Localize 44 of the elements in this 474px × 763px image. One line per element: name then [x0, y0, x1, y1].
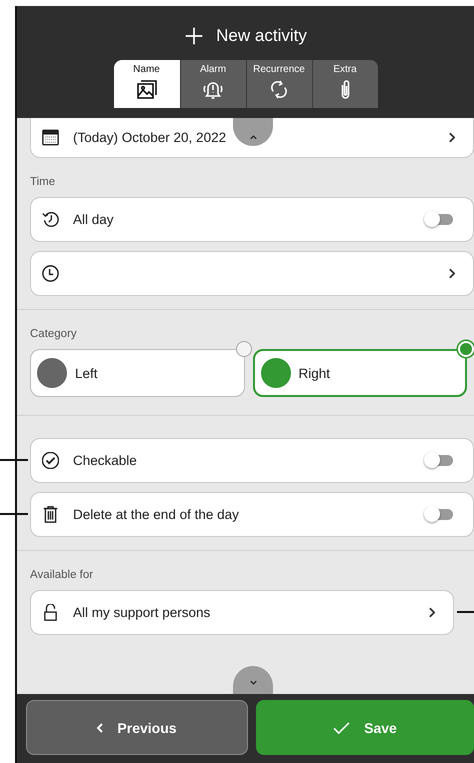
- paperclip-icon: [340, 80, 350, 99]
- option-label: Right: [298, 366, 330, 380]
- toggle-switch[interactable]: [427, 509, 453, 520]
- date-value: (Today) October 20, 2022: [73, 130, 226, 145]
- scroll-down-button[interactable]: [233, 666, 273, 694]
- tab[interactable]: Name: [114, 60, 180, 108]
- images-icon: [136, 80, 156, 99]
- chevron-right-icon: [449, 268, 455, 279]
- available-for-row[interactable]: All my support persons: [30, 590, 454, 635]
- caret-down-icon: [248, 680, 258, 686]
- date-row[interactable]: (Today) October 20, 2022: [30, 118, 474, 158]
- row-label: All day: [73, 212, 114, 227]
- calendar-icon: [42, 129, 59, 146]
- history-icon: [42, 211, 59, 228]
- unlocked-padlock-icon: [42, 604, 59, 621]
- previous-button[interactable]: Previous: [26, 700, 248, 755]
- plus-icon: [184, 26, 204, 46]
- category-option[interactable]: Right: [252, 349, 467, 397]
- checkable-row[interactable]: Checkable: [30, 438, 474, 483]
- category-option[interactable]: Left: [30, 349, 244, 397]
- section-label: Available for: [30, 569, 94, 581]
- delete-row[interactable]: Delete at the end of the day: [30, 492, 474, 537]
- section-label: Category: [30, 328, 78, 340]
- bell-icon: [203, 80, 223, 99]
- toggle-switch[interactable]: [427, 214, 453, 225]
- row-label: Checkable: [73, 453, 137, 468]
- checkmark-icon: [333, 722, 350, 734]
- row-value: All my support persons: [73, 605, 210, 620]
- toggle-switch[interactable]: [427, 455, 453, 466]
- chevron-left-icon: [97, 722, 104, 732]
- screen-title: New activity: [216, 26, 307, 46]
- tab[interactable]: Extra: [312, 60, 378, 108]
- refresh-icon: [269, 80, 289, 99]
- option-label: Left: [75, 366, 98, 380]
- section-label: Time: [30, 176, 56, 188]
- chevron-right-icon: [449, 132, 455, 143]
- all-day-row[interactable]: All day: [30, 197, 474, 242]
- chevron-right-icon: [429, 607, 435, 618]
- clock-icon: [42, 265, 59, 282]
- caret-up-icon: [248, 134, 258, 140]
- radio-button[interactable]: [236, 341, 252, 357]
- row-label: Delete at the end of the day: [73, 507, 239, 522]
- trash-icon: [42, 506, 59, 523]
- save-button[interactable]: Save: [256, 700, 474, 755]
